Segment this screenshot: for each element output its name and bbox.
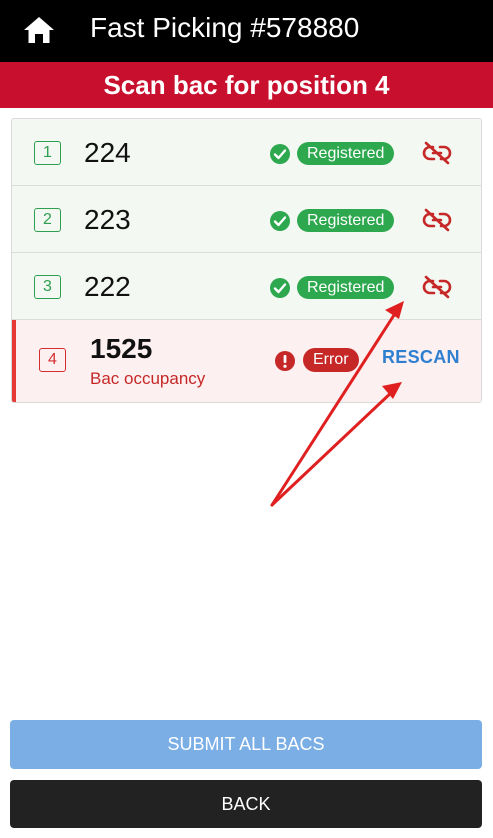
position-number: 3 [34, 275, 61, 299]
unlink-icon[interactable] [422, 205, 452, 235]
check-circle-icon [270, 144, 290, 164]
submit-all-bacs-button[interactable]: SUBMIT ALL BACS [10, 720, 482, 769]
scan-instruction-banner: Scan bac for position 4 [0, 62, 493, 108]
bac-number: 222 [84, 271, 131, 302]
top-app-bar: Fast Picking #578880 [0, 0, 493, 62]
position-number: 2 [34, 208, 61, 232]
back-button[interactable]: BACK [10, 780, 482, 828]
status-badge: Registered [297, 276, 395, 299]
check-circle-icon [270, 278, 290, 298]
page-title: Fast Picking #578880 [90, 12, 360, 43]
list-item: 3 222 Registered [12, 253, 481, 320]
status-badge: Error [303, 348, 359, 372]
list-item: 1 224 Registered [12, 119, 481, 186]
annotation-arrow [270, 388, 396, 507]
check-circle-icon [270, 211, 290, 231]
home-icon[interactable] [22, 15, 56, 45]
rescan-button[interactable]: RESCAN [382, 347, 460, 368]
alert-circle-icon [275, 351, 295, 371]
error-list-item: 4 1525 Bac occupancy Error RESCAN [12, 320, 481, 402]
unlink-icon[interactable] [422, 272, 452, 302]
list-item: 2 223 Registered [12, 186, 481, 253]
status-badge: Registered [297, 142, 395, 165]
bac-number: 223 [84, 204, 131, 235]
error-reason: Bac occupancy [90, 369, 206, 388]
position-number: 1 [34, 141, 61, 165]
status-badge: Registered [297, 209, 395, 232]
bac-list: 1 224 Registered 2 223 Registered 3 222 … [11, 118, 482, 403]
bac-number: 1525 [90, 333, 153, 364]
unlink-icon[interactable] [422, 138, 452, 168]
bac-number: 224 [84, 137, 131, 168]
position-number: 4 [39, 348, 66, 372]
